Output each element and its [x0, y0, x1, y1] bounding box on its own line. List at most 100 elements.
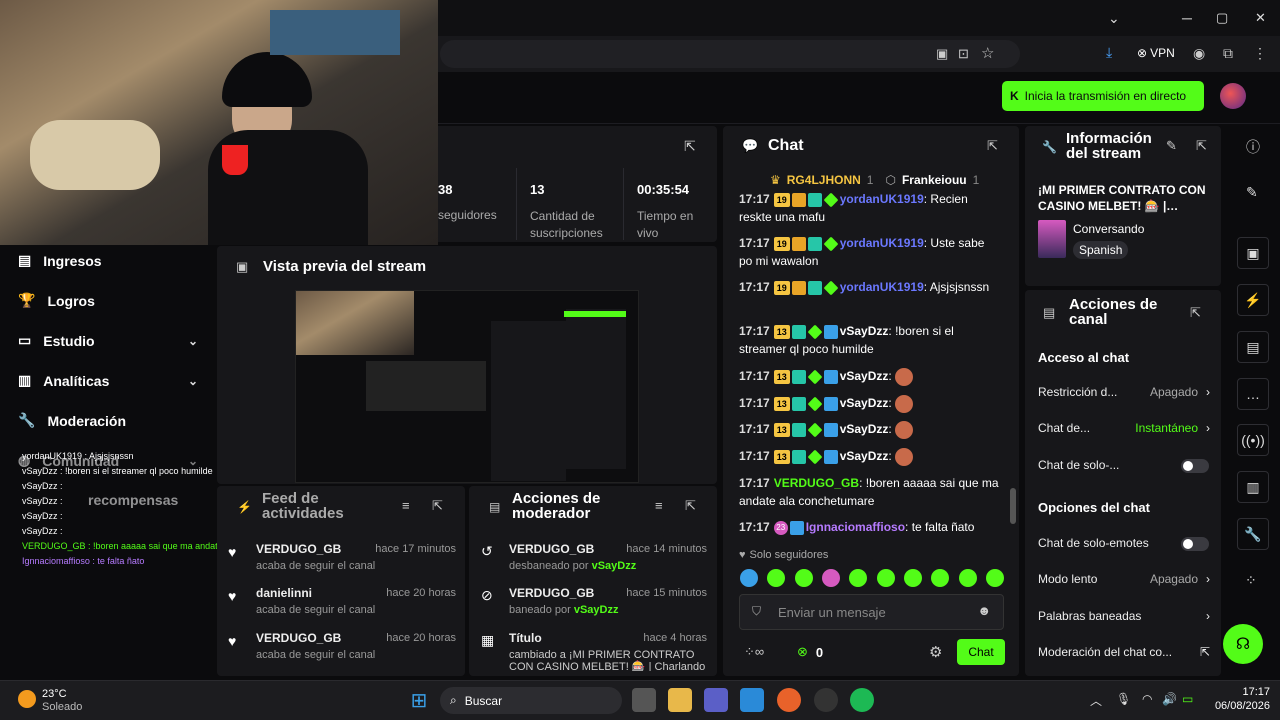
tab-list-chevron-icon[interactable]: ⌄ — [1108, 10, 1120, 27]
store-icon[interactable] — [740, 688, 764, 712]
file-explorer-icon[interactable] — [668, 688, 692, 712]
search-icon: ⌕ — [450, 693, 457, 707]
screenshot-icon[interactable]: ▣ — [936, 46, 948, 62]
wifi-icon[interactable]: ◠ — [1142, 692, 1152, 706]
popout-icon[interactable]: ⇱ — [1190, 305, 1201, 321]
battery-icon[interactable]: ▭ — [1182, 692, 1193, 706]
verified-badge-icon — [807, 324, 823, 340]
tray-chevron-icon[interactable]: ︿ — [1090, 692, 1102, 709]
filter-icon[interactable]: ≡ — [655, 498, 663, 513]
emote-bar — [740, 569, 1004, 587]
language-tag: Spanish — [1073, 241, 1129, 259]
chatgpt-icon[interactable] — [814, 688, 838, 712]
heart-icon: ♥ — [739, 549, 746, 561]
windows-start-icon[interactable]: ⊞ — [407, 688, 431, 712]
install-app-icon[interactable]: ⊡ — [958, 46, 969, 62]
community-icon[interactable]: ⁘∞ — [744, 644, 764, 660]
firefox-icon[interactable] — [777, 688, 801, 712]
slow-mode-setting[interactable]: Modo lento Apagado › — [1038, 572, 1210, 586]
category-name[interactable]: Conversando — [1073, 222, 1144, 236]
sidebar-item-logros[interactable]: 🏆 Logros — [18, 292, 198, 309]
sidebar-item-moderacion[interactable]: 🔧 Moderación — [18, 412, 198, 429]
chevron-right-icon: › — [1206, 385, 1210, 399]
sidebar-item-analiticas[interactable]: ▥ Analíticas ⌄ — [18, 372, 198, 389]
emote-icon[interactable] — [931, 569, 950, 587]
wrench-icon[interactable]: 🔧 — [1237, 518, 1269, 550]
maximize-button[interactable]: ▢ — [1216, 10, 1228, 26]
verified-badge-icon — [807, 449, 823, 465]
edit-pencil-icon[interactable]: ✎ — [1166, 138, 1177, 154]
mod-actions-title: Acciones de moderador — [512, 490, 601, 522]
activity-item: ♥ VERDUGO_GB acaba de seguir el canal ha… — [228, 542, 456, 572]
clock-time[interactable]: 17:17 — [1230, 686, 1270, 698]
stat-live-time-value: 00:35:54 — [637, 182, 690, 197]
task-view-icon[interactable] — [632, 688, 656, 712]
emote-icon[interactable] — [958, 569, 977, 587]
edit-pencil-icon[interactable]: ✎ — [1246, 184, 1258, 201]
banned-words-setting[interactable]: Palabras baneadas › — [1038, 609, 1210, 623]
chat-solo-toggle[interactable] — [1181, 459, 1209, 473]
close-button[interactable]: ✕ — [1255, 10, 1266, 26]
sub-badge: 13 — [773, 396, 790, 411]
user-avatar[interactable] — [1220, 83, 1246, 109]
verified-badge-icon — [807, 422, 823, 438]
popout-icon[interactable]: ⇱ — [1196, 138, 1207, 154]
support-headset-icon[interactable]: ☊ — [1223, 624, 1263, 664]
chat-moderation-setting[interactable]: Moderación del chat co... ⇱ — [1038, 645, 1210, 659]
extensions-icon[interactable]: ⧉ — [1223, 45, 1233, 62]
browser-menu-icon[interactable]: ⋮ — [1253, 45, 1267, 62]
gift-badge-icon — [791, 369, 806, 384]
popout-icon[interactable]: ⇱ — [684, 138, 696, 155]
bolt-icon[interactable]: ⚡ — [1237, 284, 1269, 316]
activity-item: ♥ VERDUGO_GB acaba de seguir el canal ha… — [228, 631, 456, 661]
emote-icon[interactable] — [767, 569, 786, 587]
send-chat-button[interactable]: Chat — [957, 639, 1005, 665]
emote-icon[interactable] — [903, 569, 922, 587]
info-icon[interactable]: ⓘ — [1246, 137, 1260, 157]
emote-icon[interactable] — [985, 569, 1004, 587]
chat-message: 17:17 13 vSayDzz: — [739, 447, 999, 466]
taskbar-search[interactable]: ⌕ Buscar — [440, 687, 622, 714]
chat-bubble-icon[interactable]: … — [1237, 378, 1269, 410]
spotify-icon[interactable] — [850, 688, 874, 712]
emote-icon[interactable] — [821, 569, 840, 587]
popout-icon[interactable]: ⇱ — [432, 498, 443, 514]
restriction-setting[interactable]: Restricción d... Apagado › — [1038, 385, 1210, 399]
chat-input[interactable]: ⛉ Enviar un mensaje ☻ — [739, 594, 1004, 630]
vpn-button[interactable]: ⊗ VPN — [1137, 46, 1175, 60]
chat-delay-setting[interactable]: Chat de... Instantáneo › — [1038, 421, 1210, 435]
sidebar-item-estudio[interactable]: ▭ Estudio ⌄ — [18, 332, 198, 349]
go-live-button[interactable]: K Inicia la transmisión en directo — [1002, 81, 1204, 111]
emote-icon[interactable] — [876, 569, 895, 587]
community-icon[interactable]: ⁘ — [1245, 572, 1257, 589]
emote-icon[interactable] — [740, 569, 758, 587]
popout-icon[interactable]: ⇱ — [685, 498, 696, 514]
volume-icon[interactable]: 🔊 — [1162, 692, 1177, 706]
document-icon[interactable]: ▤ — [1237, 331, 1269, 363]
profile-icon[interactable]: ◉ — [1193, 45, 1205, 62]
bookmark-star-icon[interactable]: ☆ — [981, 44, 994, 62]
broadcast-icon[interactable]: ((•)) — [1237, 424, 1269, 456]
screen-capture-icon[interactable]: ▣ — [1237, 237, 1269, 269]
stream-preview-video[interactable] — [295, 290, 639, 483]
download-icon[interactable]: ⤓ — [1106, 44, 1112, 61]
emotes-only-toggle[interactable] — [1181, 537, 1209, 551]
emote-icon[interactable] — [794, 569, 813, 587]
popout-icon[interactable]: ⇱ — [987, 138, 998, 154]
filter-icon[interactable]: ≡ — [402, 498, 410, 513]
sidebar-item-ingresos[interactable]: ▤ Ingresos — [18, 252, 198, 269]
channel-points[interactable]: ⊗ 0 — [797, 644, 823, 660]
teams-icon[interactable] — [704, 688, 728, 712]
layout-icon[interactable]: ▥ — [1237, 471, 1269, 503]
emoji-icon[interactable]: ☻ — [977, 603, 991, 618]
mod-badge-icon — [789, 520, 804, 535]
emote-icon[interactable] — [849, 569, 868, 587]
points-icon: ⊗ — [797, 644, 808, 659]
microphone-icon[interactable]: 🎙 — [1116, 692, 1131, 706]
address-bar[interactable] — [440, 40, 1020, 68]
chat-scrollbar[interactable] — [1010, 488, 1016, 524]
gift-badge-icon — [807, 236, 822, 251]
minimize-button[interactable]: ─ — [1182, 10, 1192, 26]
chat-settings-gear-icon[interactable]: ⚙ — [929, 643, 942, 661]
weather-temp[interactable]: 23°C — [42, 688, 67, 700]
